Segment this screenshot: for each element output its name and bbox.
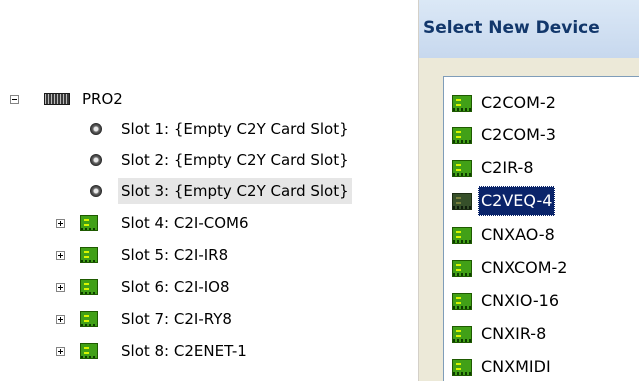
card-icon <box>452 95 472 112</box>
tree-item-slot-5[interactable]: Slot 5: C2I-IR8 <box>0 242 420 268</box>
card-icon <box>80 215 98 231</box>
card-icon <box>452 260 472 277</box>
dialog-title-bar[interactable]: Select New Device <box>419 0 639 58</box>
card-icon <box>80 311 98 327</box>
device-item-label: CNXIR-8 <box>481 324 547 343</box>
tree-item-label: Slot 7: C2I-RY8 <box>121 310 232 328</box>
device-item-label-selected: C2VEQ-4 <box>478 186 556 216</box>
device-item-label: CNXAO-8 <box>481 225 555 244</box>
chassis-icon <box>44 93 70 105</box>
tree-item-slot-7[interactable]: Slot 7: C2I-RY8 <box>0 306 420 332</box>
card-icon <box>452 193 472 210</box>
empty-slot-icon <box>90 123 102 135</box>
dialog-title: Select New Device <box>423 18 600 38</box>
expand-icon[interactable] <box>56 251 65 260</box>
tree-item-label: Slot 4: C2I-COM6 <box>121 214 249 232</box>
device-item-label: CNXMIDI <box>481 357 551 376</box>
device-item-label: CNXCOM-2 <box>481 258 568 277</box>
card-icon <box>80 343 98 359</box>
collapse-icon[interactable] <box>10 95 19 104</box>
tree-item-label: Slot 6: C2I-IO8 <box>121 278 230 296</box>
tree-item-label: Slot 1: {Empty C2Y Card Slot} <box>121 120 349 138</box>
tree-item-slot-2[interactable]: Slot 2: {Empty C2Y Card Slot} <box>0 147 420 173</box>
card-icon <box>452 227 472 244</box>
tree-root-label: PRO2 <box>82 90 123 108</box>
card-icon <box>452 326 472 343</box>
tree-item-label: Slot 8: C2ENET-1 <box>121 342 247 360</box>
tree-item-slot-8[interactable]: Slot 8: C2ENET-1 <box>0 338 420 364</box>
card-icon <box>452 293 472 310</box>
tree-item-label: Slot 2: {Empty C2Y Card Slot} <box>121 151 349 169</box>
card-icon <box>80 279 98 295</box>
card-icon <box>80 247 98 263</box>
card-icon <box>452 127 472 144</box>
card-icon <box>452 160 472 177</box>
tree-item-label: Slot 5: C2I-IR8 <box>121 246 229 264</box>
tree-item-slot-4[interactable]: Slot 4: C2I-COM6 <box>0 210 420 236</box>
tree-item-slot-3[interactable]: Slot 3: {Empty C2Y Card Slot} <box>0 178 420 204</box>
expand-icon[interactable] <box>56 219 65 228</box>
device-item-label: C2COM-3 <box>481 125 556 144</box>
tree-item-slot-1[interactable]: Slot 1: {Empty C2Y Card Slot} <box>0 116 420 142</box>
tree-item-label-selected: Slot 3: {Empty C2Y Card Slot} <box>118 178 352 204</box>
tree-item-slot-6[interactable]: Slot 6: C2I-IO8 <box>0 274 420 300</box>
expand-icon[interactable] <box>56 347 65 356</box>
expand-icon[interactable] <box>56 283 65 292</box>
device-item-label: CNXIO-16 <box>481 291 559 310</box>
device-listbox[interactable]: C2COM-2 C2COM-3 C2IR-8 C2VEQ-4 CNXAO-8 C… <box>443 76 639 381</box>
device-item-label: C2COM-2 <box>481 93 556 112</box>
expand-icon[interactable] <box>56 315 65 324</box>
tree-root-pro2[interactable]: PRO2 <box>10 86 210 112</box>
device-item-label: C2IR-8 <box>481 158 534 177</box>
card-icon <box>452 359 472 376</box>
empty-slot-icon <box>90 154 102 166</box>
empty-slot-icon <box>90 185 102 197</box>
device-tree: PRO2 Slot 1: {Empty C2Y Card Slot} Slot … <box>0 0 420 381</box>
select-device-dialog: Select New Device C2COM-2 C2COM-3 C2IR-8… <box>418 0 639 381</box>
